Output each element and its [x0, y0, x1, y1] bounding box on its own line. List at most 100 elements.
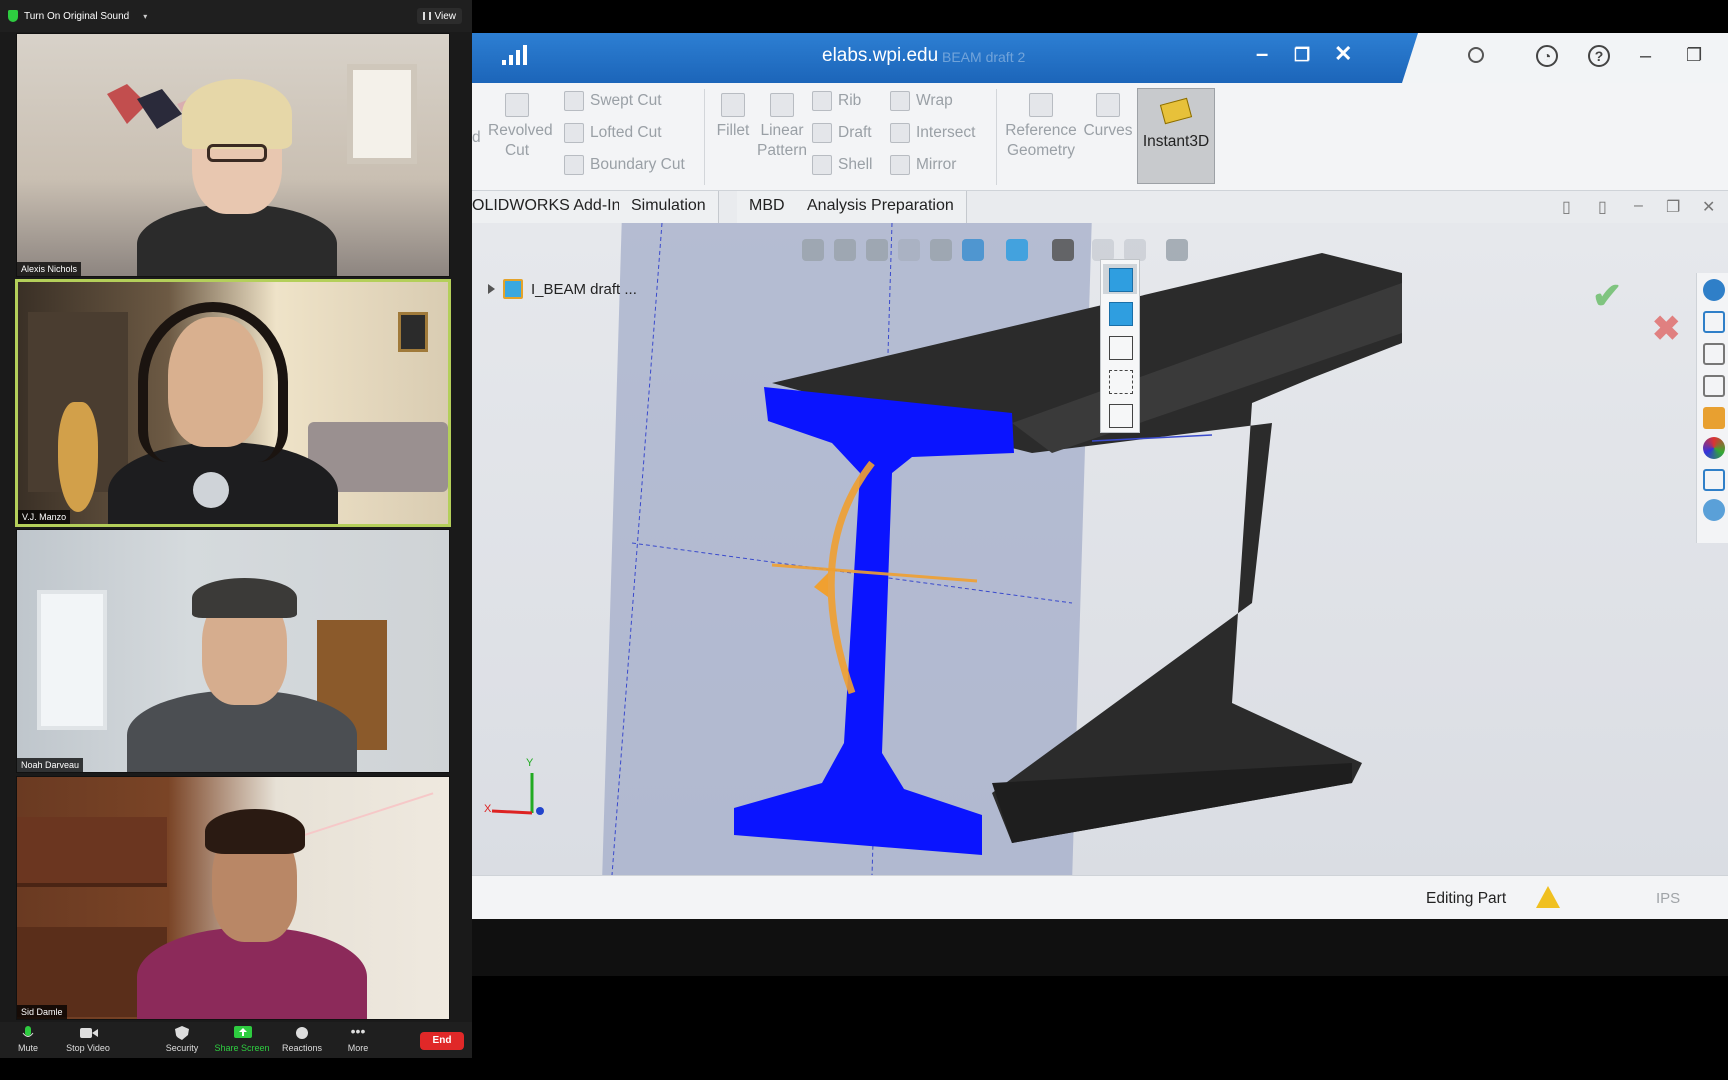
- video-camera-icon: [80, 1026, 98, 1040]
- curves-button[interactable]: Curves: [1082, 93, 1134, 141]
- shaded-with-edges-icon[interactable]: [1109, 268, 1133, 292]
- graphics-area[interactable]: Y X I_BEAM draft ... ✔ ✖: [472, 223, 1728, 875]
- video-tile[interactable]: Noah Darveau: [16, 529, 450, 773]
- axis-label-x: X: [484, 803, 492, 815]
- tile-vertical-icon[interactable]: ▯: [1598, 197, 1607, 217]
- file-explorer-icon[interactable]: [1703, 375, 1725, 397]
- rib-icon: [812, 91, 832, 111]
- instant3d-button[interactable]: Instant3D: [1137, 88, 1215, 184]
- help-icon[interactable]: ?: [1588, 45, 1610, 67]
- hidden-lines-visible-icon[interactable]: [1109, 370, 1133, 394]
- view-palette-icon[interactable]: [1703, 407, 1725, 429]
- document-title-ghost: BEAM draft 2: [942, 49, 1026, 65]
- end-meeting-button[interactable]: End: [420, 1032, 464, 1050]
- previous-view-icon[interactable]: [866, 239, 888, 261]
- tile-horizontal-icon[interactable]: ▯: [1562, 197, 1571, 217]
- units-status[interactable]: IPS: [1656, 890, 1680, 907]
- reactions-button[interactable]: Reactions: [272, 1026, 332, 1053]
- section-view-icon[interactable]: [898, 239, 920, 261]
- swept-cut-icon: [564, 91, 584, 111]
- display-style-icon[interactable]: [1006, 239, 1028, 261]
- user-account-icon[interactable]: ◔: [1536, 45, 1558, 67]
- tab-simulation[interactable]: Simulation: [619, 191, 719, 223]
- chevron-down-icon[interactable]: ▾: [143, 12, 147, 21]
- boundary-cut-button[interactable]: Boundary Cut: [564, 155, 685, 175]
- restore-icon[interactable]: ❐: [1686, 45, 1702, 66]
- search-icon[interactable]: [1468, 47, 1484, 63]
- solidworks-forum-icon[interactable]: [1703, 499, 1725, 521]
- mirror-button[interactable]: Mirror: [890, 155, 956, 175]
- mirror-icon: [890, 155, 910, 175]
- tab-mbd[interactable]: MBD: [737, 191, 798, 223]
- zoom-area-icon[interactable]: [834, 239, 856, 261]
- original-sound-label: Turn On Original Sound: [24, 10, 130, 22]
- picture-frame: [398, 312, 428, 352]
- video-tile[interactable]: Sid Damle: [16, 776, 450, 1020]
- custom-properties-icon[interactable]: [1703, 469, 1725, 491]
- view-orientation-icon[interactable]: [962, 239, 984, 261]
- minimize-icon[interactable]: –: [1640, 45, 1651, 68]
- close-icon[interactable]: ✕: [1334, 41, 1352, 67]
- feature-tree-label: I_BEAM draft ...: [531, 280, 637, 298]
- minimize-icon[interactable]: –: [1634, 197, 1643, 215]
- appearances-icon[interactable]: [1703, 437, 1725, 459]
- window-frame: [37, 590, 107, 730]
- confirm-check-icon[interactable]: ✔: [1592, 275, 1622, 317]
- microphone-icon: [20, 1026, 36, 1040]
- wrap-button[interactable]: Wrap: [890, 91, 953, 111]
- original-sound-toggle[interactable]: Turn On Original Sound ▾: [8, 8, 147, 24]
- remote-host-title: elabs.wpi.edu: [822, 45, 939, 66]
- command-tabs: OLIDWORKS Add-Ins Simulation MBD Analysi…: [472, 191, 1728, 223]
- ribbon-separator: [704, 89, 705, 185]
- hidden-lines-removed-icon[interactable]: [1109, 336, 1133, 360]
- mute-label: Mute: [17, 1043, 38, 1053]
- swept-cut-button[interactable]: Swept Cut: [564, 91, 662, 111]
- draft-button[interactable]: Draft: [812, 123, 872, 143]
- home-icon[interactable]: [1703, 311, 1725, 333]
- expand-arrow-icon[interactable]: [488, 284, 495, 294]
- edit-appearance-icon[interactable]: [1092, 239, 1114, 261]
- intersect-button[interactable]: Intersect: [890, 123, 975, 143]
- status-bar: Editing Part IPS: [472, 875, 1728, 919]
- tab-solidworks-addins[interactable]: OLIDWORKS Add-Ins: [472, 191, 642, 223]
- feature-tree-item[interactable]: I_BEAM draft ...: [488, 279, 637, 299]
- share-screen-button[interactable]: Share Screen: [212, 1026, 272, 1053]
- revolved-cut-button[interactable]: Revolved Cut: [488, 93, 553, 161]
- view-settings-icon[interactable]: [1166, 239, 1188, 261]
- ellipsis-icon: •••: [350, 1023, 366, 1039]
- minimize-icon[interactable]: –: [1256, 41, 1268, 67]
- tab-analysis-preparation[interactable]: Analysis Preparation: [795, 191, 967, 223]
- fillet-button[interactable]: Fillet: [710, 93, 756, 141]
- reference-geometry-icon: [1029, 93, 1053, 117]
- instant3d-label: Instant3D: [1142, 133, 1210, 150]
- cap: [192, 578, 297, 618]
- stop-video-label: Stop Video: [66, 1043, 110, 1053]
- zoom-to-fit-icon[interactable]: [802, 239, 824, 261]
- security-button[interactable]: Security: [152, 1026, 212, 1053]
- stop-video-button[interactable]: Stop Video: [58, 1026, 118, 1053]
- video-tile-active-speaker[interactable]: V.J. Manzo: [15, 279, 451, 527]
- display-style-dropdown[interactable]: [1100, 259, 1140, 433]
- solidworks-resources-icon[interactable]: [1703, 279, 1725, 301]
- reference-geometry-button[interactable]: Reference Geometry: [1002, 93, 1080, 161]
- dynamic-annotation-icon[interactable]: [930, 239, 952, 261]
- design-library-icon[interactable]: [1703, 343, 1725, 365]
- warning-icon[interactable]: [1536, 886, 1560, 908]
- intersect-label: Intersect: [916, 124, 976, 141]
- shell-button[interactable]: Shell: [812, 155, 872, 175]
- restore-icon[interactable]: ❐: [1294, 45, 1310, 66]
- lofted-cut-button[interactable]: Lofted Cut: [564, 123, 662, 143]
- cancel-x-icon[interactable]: ✖: [1652, 309, 1681, 349]
- video-tile[interactable]: Alexis Nichols: [16, 33, 450, 277]
- restore-icon[interactable]: ❐: [1666, 197, 1680, 217]
- linear-pattern-button[interactable]: Linear Pattern: [752, 93, 812, 161]
- shaded-icon[interactable]: [1109, 302, 1133, 326]
- close-icon[interactable]: ✕: [1702, 197, 1715, 217]
- wireframe-icon[interactable]: [1109, 404, 1133, 428]
- apply-scene-icon[interactable]: [1124, 239, 1146, 261]
- more-button[interactable]: ••• More: [328, 1023, 388, 1053]
- hide-show-icon[interactable]: [1052, 239, 1074, 261]
- view-button[interactable]: View: [416, 8, 462, 24]
- rib-button[interactable]: Rib: [812, 91, 861, 111]
- mute-button[interactable]: Mute: [0, 1026, 58, 1053]
